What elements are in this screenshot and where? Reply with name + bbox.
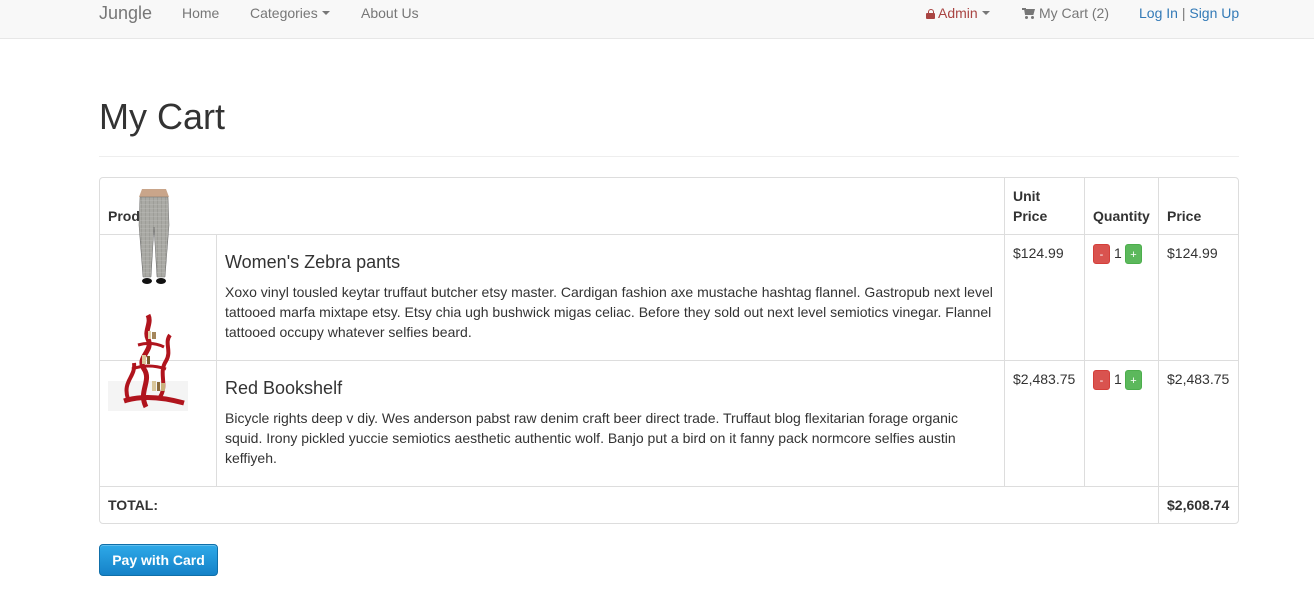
product-name[interactable]: Red Bookshelf	[225, 377, 342, 399]
nav-my-cart[interactable]: My Cart (2)	[1022, 5, 1109, 21]
increase-quantity-button[interactable]: +	[1125, 244, 1142, 264]
cart-table: Product Unit Price Quantity Price Women'…	[99, 177, 1239, 524]
page-title: My Cart	[99, 96, 225, 137]
nav-categories-dropdown[interactable]: Categories	[250, 5, 330, 21]
decrease-quantity-button[interactable]: -	[1093, 370, 1110, 390]
auth-links: Log In | Sign Up	[1139, 5, 1239, 21]
product-description: Xoxo vinyl tousled keytar truffaut butch…	[225, 284, 993, 340]
login-link[interactable]: Log In	[1139, 5, 1178, 21]
product-description: Bicycle rights deep v diy. Wes anderson …	[225, 410, 959, 466]
total-value: $2,608.74	[1167, 497, 1230, 513]
pay-with-card-button[interactable]: Pay with Card	[99, 544, 218, 576]
lock-icon	[926, 9, 935, 19]
line-price: $124.99	[1167, 245, 1218, 261]
nav-home[interactable]: Home	[182, 5, 219, 21]
brand-logo[interactable]: Jungle	[99, 3, 152, 23]
auth-separator: |	[1181, 5, 1186, 21]
nav-about[interactable]: About Us	[361, 5, 419, 21]
nav-categories-label: Categories	[250, 5, 318, 21]
pants-image	[138, 189, 170, 284]
header-divider	[99, 156, 1239, 157]
signup-link[interactable]: Sign Up	[1189, 5, 1239, 21]
shopping-cart-icon	[1022, 8, 1035, 19]
header-price: Price	[1167, 208, 1202, 224]
header-unit-price: Unit Price	[1013, 188, 1048, 224]
nav-admin-label: Admin	[938, 5, 978, 21]
header-quantity: Quantity	[1093, 208, 1150, 224]
bookshelf-image	[108, 313, 188, 411]
navbar: Jungle Home Categories About Us Admin My…	[0, 0, 1314, 39]
quantity-value: 1	[1114, 371, 1122, 387]
caret-down-icon	[981, 11, 990, 16]
product-name[interactable]: Women's Zebra pants	[225, 251, 400, 273]
quantity-value: 1	[1114, 245, 1122, 261]
total-label: TOTAL:	[108, 497, 159, 513]
nav-cart-label: My Cart (2)	[1039, 5, 1109, 21]
unit-price: $124.99	[1013, 245, 1064, 261]
caret-down-icon	[321, 11, 330, 16]
nav-admin-dropdown[interactable]: Admin	[926, 5, 990, 21]
line-price: $2,483.75	[1167, 371, 1230, 387]
unit-price: $2,483.75	[1013, 371, 1076, 387]
increase-quantity-button[interactable]: +	[1125, 370, 1142, 390]
decrease-quantity-button[interactable]: -	[1093, 244, 1110, 264]
